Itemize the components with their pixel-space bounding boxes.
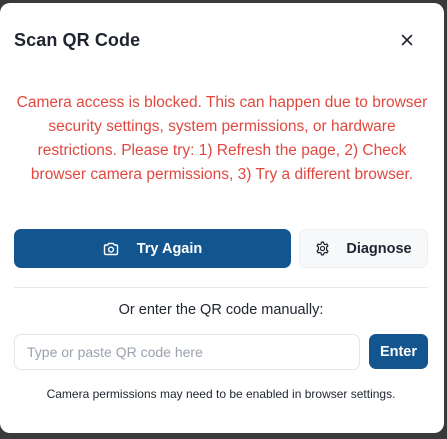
manual-entry-label: Or enter the QR code manually: bbox=[118, 302, 324, 318]
camera-icon bbox=[103, 242, 119, 256]
divider bbox=[14, 287, 428, 288]
diagnose-label: Diagnose bbox=[346, 240, 412, 257]
dialog-title: Scan QR Code bbox=[14, 30, 141, 50]
gear-icon bbox=[315, 241, 330, 256]
camera-error-message: Camera access is blocked. This can happe… bbox=[16, 94, 428, 183]
close-button[interactable] bbox=[394, 27, 420, 53]
close-icon bbox=[401, 34, 413, 46]
try-again-button[interactable]: Try Again bbox=[14, 229, 291, 268]
enter-button[interactable]: Enter bbox=[369, 334, 428, 369]
scan-qr-dialog: Scan QR Code Camera access is blocked. T… bbox=[0, 3, 444, 433]
qr-code-input[interactable] bbox=[14, 334, 360, 370]
diagnose-button[interactable]: Diagnose bbox=[299, 229, 428, 268]
try-again-label: Try Again bbox=[136, 240, 203, 257]
permissions-hint: Camera permissions may need to be enable… bbox=[46, 387, 396, 401]
